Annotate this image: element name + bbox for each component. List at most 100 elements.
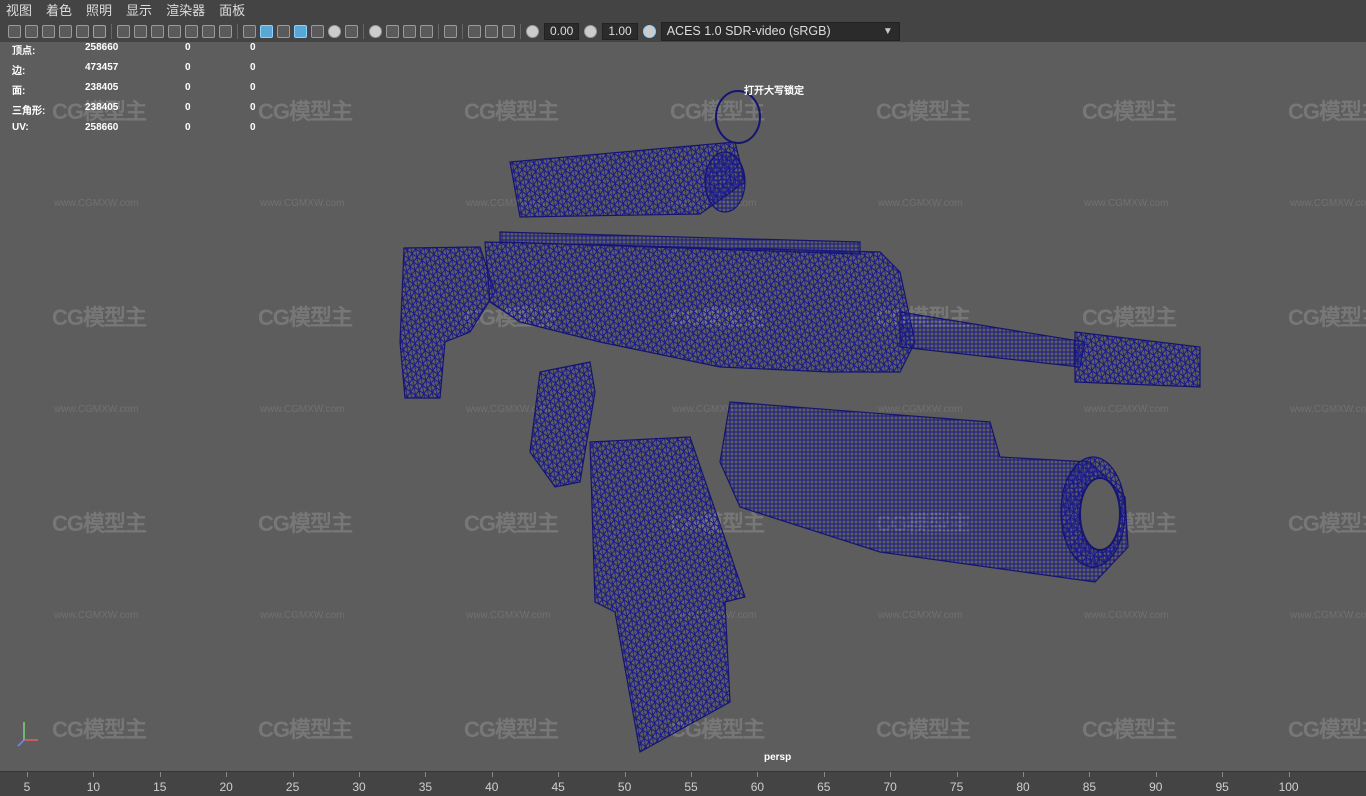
stock-part [399,246,496,399]
menu-show[interactable]: 显示 [120,0,160,21]
exposure-field[interactable]: 0.00 [544,23,580,40]
grid-icon[interactable] [117,25,130,38]
timeline-tick [624,772,626,777]
hud-value: 258660 [85,122,119,133]
caps-lock-notice: 打开大写锁定 [744,86,804,97]
lights-icon[interactable] [328,25,341,38]
camera-attributes-icon[interactable] [25,25,38,38]
timeline-tick [691,772,692,777]
smooth-shade-icon[interactable] [260,25,273,38]
menu-view[interactable]: 视图 [0,0,40,21]
bookmark-icon[interactable] [42,25,55,38]
timeline-tick-label: 60 [750,780,765,794]
magazine-part [589,436,746,753]
timeline-tick [425,772,427,777]
hud-value: 0 [185,122,191,133]
default-material-icon[interactable] [277,25,290,38]
scope-front-part [704,151,746,213]
timeline-tick [1023,772,1024,777]
hud-label-edges: 边: [12,66,26,77]
camera-icon[interactable] [8,25,21,38]
hud-label-uv: UV: [12,122,29,133]
timeline-tick-label: 80 [1016,780,1030,794]
muzzle-part [1074,331,1201,388]
lock-camera-icon[interactable] [76,25,89,38]
gate-mask-icon[interactable] [168,25,181,38]
hud-label-vertices: 顶点: [12,46,36,57]
xray-joints-icon[interactable] [485,25,498,38]
exposure-icon[interactable] [526,25,539,38]
hud-value: 0 [250,122,256,133]
anti-aliasing-icon[interactable] [403,25,416,38]
safe-title-icon[interactable] [219,25,232,38]
timeline-tick-label: 20 [219,780,233,794]
timeline-tick [491,772,493,777]
gamma-icon[interactable] [584,25,598,38]
timeline-tick [1155,772,1157,777]
chevron-down-icon: ▼ [882,26,893,37]
timeline-tick-label: 70 [883,780,897,794]
timeline-tick [159,772,161,777]
film-gate-icon[interactable] [134,25,147,38]
timeline-tick [226,772,228,777]
timeline-tick [27,772,28,777]
toolbar-separator [363,24,364,39]
motion-blur-icon[interactable] [386,25,399,38]
menu-panels[interactable]: 面板 [213,0,253,21]
launcher-bore-part [1079,477,1121,551]
shadows-icon[interactable] [345,25,358,38]
hud-value: 0 [185,42,191,53]
timeline-tick-label: 65 [817,780,831,794]
toolbar-separator [462,24,463,39]
resolution-gate-icon[interactable] [151,25,164,38]
timeline-tick [292,772,294,777]
hud-value: 0 [185,102,191,113]
wireframe-on-shaded-icon[interactable] [294,25,307,38]
timeline-tick-label: 50 [617,780,632,794]
field-chart-icon[interactable] [185,25,198,38]
menu-bar: 视图 着色 照明 显示 渲染器 面板 [0,0,1366,21]
timeline-tick [956,772,958,777]
timeline-tick-label: 5 [23,780,31,794]
menu-shading[interactable]: 着色 [40,0,80,21]
hud-value: 473457 [85,62,119,73]
timeline-tick-label: 15 [153,780,167,794]
color-space-select[interactable]: ACES 1.0 SDR-video (sRGB) ▼ [660,22,900,41]
image-plane-icon[interactable] [59,25,72,38]
xray-components-icon[interactable] [502,25,515,38]
color-space-label: ACES 1.0 SDR-video (sRGB) [666,24,831,38]
viewport-panel[interactable]: CG模型主 www.CGMXW.com CG模型主 www.CGMXW.com CG模型… [0,42,1366,771]
grease-pencil-icon[interactable] [93,25,106,38]
isolate-select-icon[interactable] [444,25,457,38]
timeline-tick-label: 45 [551,780,565,794]
timeline-tick-label: 95 [1215,780,1229,794]
timeline-tick [890,772,892,777]
textured-icon[interactable] [311,25,324,38]
sight-ring-part [715,90,761,144]
timeline-tick-label: 35 [418,780,433,794]
barrel-part [899,311,1086,368]
hud-value: 258660 [85,42,119,53]
safe-action-icon[interactable] [202,25,215,38]
hud-value: 0 [250,62,256,73]
timeline-tick [558,772,560,777]
timeline-tick [823,772,825,777]
toolbar-separator [438,24,439,39]
menu-lighting[interactable]: 照明 [80,0,120,21]
menu-renderer[interactable]: 渲染器 [160,0,213,21]
grip-part [529,361,596,488]
time-slider[interactable]: 5 10 15 20 25 30 35 40 45 50 55 60 65 70 75 80 85 90 95 100 [0,771,1366,796]
timeline-tick-label: 25 [285,780,300,794]
xray-icon[interactable] [468,25,481,38]
toolbar-separator [520,24,521,39]
hud-value: 0 [250,42,256,53]
screen-space-ao-icon[interactable] [369,25,382,38]
viewport-toolbar: 0.00 1.00 ACES 1.0 SDR-video (sRGB) ▼ [0,21,1366,43]
wireframe-icon[interactable] [243,25,256,38]
hud-value: 0 [250,102,256,113]
color-management-icon[interactable] [642,25,656,38]
timeline-tick [1222,772,1224,777]
timeline-tick [757,772,759,777]
gamma-field[interactable]: 1.00 [602,23,638,40]
depth-of-field-icon[interactable] [420,25,433,38]
